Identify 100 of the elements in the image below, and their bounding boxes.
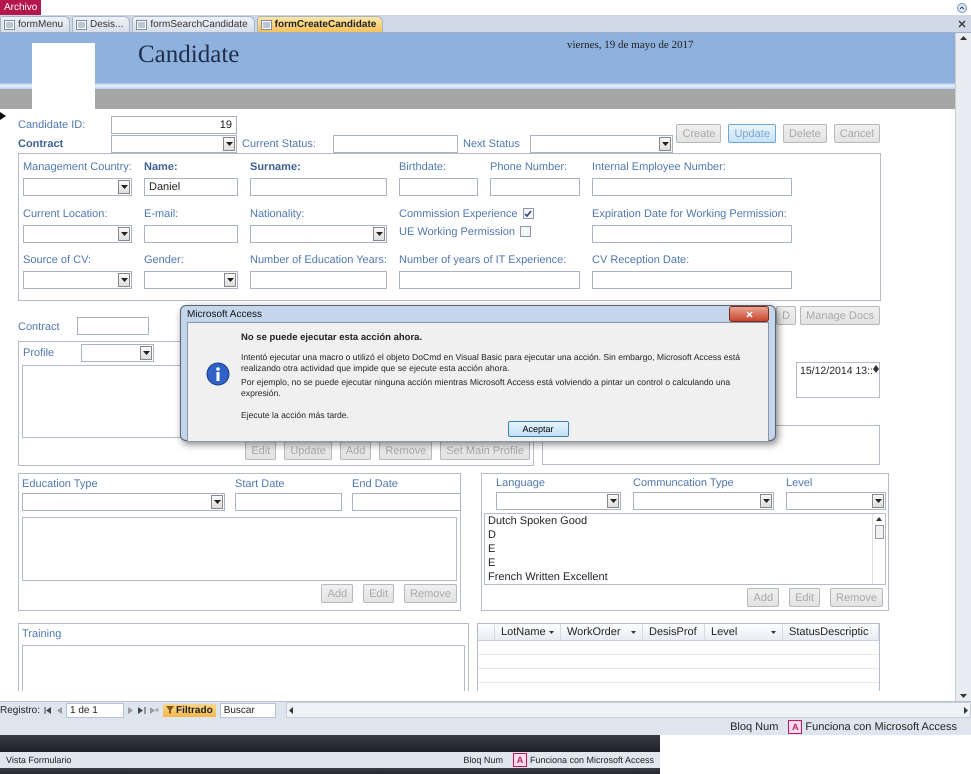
vertical-scrollbar[interactable] (955, 33, 971, 701)
field-label: Language (496, 477, 546, 489)
field-label: Management Country: (23, 161, 133, 173)
search-field[interactable]: Buscar (220, 702, 276, 718)
column-header[interactable]: DesisProf (643, 624, 705, 640)
field-label: Gender: (144, 254, 185, 266)
text-area[interactable] (22, 517, 457, 581)
field-label: End Date (352, 478, 399, 490)
chevron-up-icon[interactable] (957, 2, 967, 12)
field-label: Nationality: (250, 208, 306, 220)
scroll-right-icon[interactable] (964, 706, 968, 714)
text-field[interactable] (490, 178, 580, 196)
list-item[interactable]: French Written Excellent (488, 570, 872, 584)
last-record-icon[interactable] (138, 706, 146, 714)
list-item[interactable]: D (488, 528, 872, 542)
record-label: Registro: (0, 704, 40, 716)
text-field[interactable] (399, 271, 580, 290)
dialog-message: Ejecute la acción más tarde. (241, 410, 350, 421)
scroll-left-icon[interactable] (288, 706, 293, 714)
document-tab[interactable]: Desis... (72, 16, 130, 32)
field-label: Current Location: (23, 208, 108, 220)
app-status-text: Funciona con Microsoft Access (530, 755, 654, 765)
dialog-message: Por ejemplo, no se puede ejecutar ninguna acción mientras Microsoft Access está volviendo a pintar un control o calculando una expresión. (241, 377, 732, 399)
dropdown-arrow-icon[interactable] (631, 630, 636, 634)
list-item[interactable]: E (488, 542, 872, 556)
document-tab[interactable]: formMenu (0, 16, 70, 32)
scroll-down-icon[interactable] (960, 694, 967, 698)
field-label: Number of Education Years: (250, 254, 388, 266)
first-record-icon[interactable] (44, 706, 52, 714)
field-label: Communcation Type (633, 477, 735, 489)
document-tab[interactable]: formSearchCandidate (132, 16, 255, 32)
view-mode-label: Vista Formulario (6, 755, 72, 765)
file-menu-tab[interactable]: Archivo (0, 0, 42, 15)
checkbox-label: UE Working Permission (399, 226, 515, 238)
next-record-icon[interactable] (128, 706, 134, 714)
scroll-up-icon[interactable] (872, 365, 879, 369)
text-field[interactable] (250, 271, 387, 290)
list-item[interactable]: E (488, 556, 872, 570)
scroll-up-icon[interactable] (960, 36, 967, 40)
dialog-heading: No se puede ejecutar esta acción ahora. (241, 332, 424, 343)
text-field[interactable] (592, 224, 792, 243)
text-field[interactable] (352, 493, 461, 511)
text-field[interactable] (235, 493, 342, 511)
checkbox[interactable] (520, 226, 531, 238)
form-icon (136, 20, 148, 30)
field-label: Birthdate: (399, 161, 448, 173)
close-button[interactable] (729, 306, 769, 322)
scroll-up-icon[interactable] (876, 517, 882, 521)
field-label: Current Status: (241, 138, 317, 150)
column-header[interactable]: StatusDescriptic (783, 624, 879, 640)
candidate-id-field[interactable]: 19 (111, 116, 237, 134)
document-tab[interactable]: formCreateCandidate (256, 16, 384, 32)
date-label: viernes, 19 de mayo de 2017 (567, 39, 694, 53)
history-list[interactable]: 15/12/2014 13:: (796, 362, 880, 398)
field-label: CV Reception Date: (592, 254, 690, 266)
list-item[interactable]: 15/12/2014 13:: (800, 365, 873, 377)
field-label: Phone Number: (490, 161, 568, 173)
horizontal-scrollbar[interactable] (286, 702, 971, 718)
language-list[interactable]: Dutch Spoken Good D E E French Written Excellent (484, 513, 886, 585)
funnel-icon (166, 706, 174, 714)
text-field[interactable] (592, 271, 792, 290)
dropdown-arrow-icon[interactable] (549, 630, 554, 634)
new-record-icon[interactable] (150, 706, 160, 714)
column-header[interactable]: WorkOrder (561, 624, 643, 640)
app-icon: A (512, 753, 527, 767)
scrollbar-thumb[interactable] (874, 525, 884, 539)
num-lock-indicator: Bloq Num (463, 755, 503, 765)
field-label: Contract (18, 138, 64, 150)
field-label: Name: (144, 161, 179, 173)
text-field[interactable] (250, 178, 387, 196)
text-field[interactable] (76, 317, 149, 335)
dialog-title: Microsoft Access (187, 308, 262, 320)
field-label: Level (786, 477, 814, 489)
text-field[interactable] (592, 178, 792, 196)
field-label: Number of years of IT Experience: (399, 254, 568, 266)
checkbox[interactable] (522, 208, 534, 220)
field-label: Education Type (22, 478, 99, 490)
form-icon (260, 20, 272, 30)
text-field[interactable] (333, 135, 458, 153)
field-label: Profile (23, 347, 54, 359)
text-field[interactable] (399, 178, 478, 196)
num-lock-indicator: Bloq Num (730, 720, 778, 732)
column-header[interactable]: Level (705, 624, 783, 640)
text-field[interactable] (144, 224, 238, 243)
accept-button[interactable]: Aceptar (508, 421, 568, 437)
record-position-field[interactable]: 1 de 1 (66, 702, 124, 718)
scroll-down-icon[interactable] (872, 369, 879, 373)
field-label: Candidate ID: (18, 119, 86, 131)
dropdown-arrow-icon[interactable] (771, 630, 776, 634)
previous-record-icon[interactable] (56, 706, 62, 714)
field-label: Contract (18, 321, 60, 333)
filter-toggle[interactable]: Filtrado (163, 704, 216, 716)
field-label: Expiration Date for Working Permission: (592, 208, 788, 220)
form-icon (4, 20, 15, 30)
text-area[interactable] (22, 645, 465, 691)
list-item[interactable]: Dutch Spoken Good (488, 514, 872, 528)
close-icon[interactable] (958, 20, 966, 28)
column-header[interactable]: LotName (495, 624, 561, 640)
text-field[interactable]: Daniel (144, 178, 238, 196)
form-title: Candidate (138, 41, 240, 70)
